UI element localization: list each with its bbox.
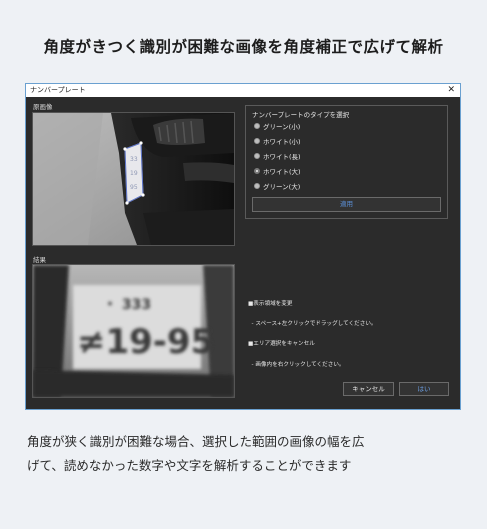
radio-label: グリーン(大)	[263, 183, 301, 191]
page-title: 角度がきつく識別が困難な画像を角度補正で広げて解析	[43, 38, 444, 56]
radio-green-large[interactable]: グリーン(大)	[254, 181, 300, 191]
title-bar: ナンバープレート ✕	[26, 84, 460, 97]
number-plate-dialog: ナンバープレート ✕ 原画像 33 19 95 結果 ・ 333 ≠19-95 …	[25, 83, 461, 410]
radio-button-icon[interactable]	[254, 183, 260, 189]
help-line: - スペース+左クリックでドラッグしてください。	[248, 320, 377, 327]
svg-text:19: 19	[130, 170, 138, 177]
radio-label: ホワイト(小)	[263, 138, 301, 146]
result-image-label: 結果	[33, 256, 46, 264]
original-image[interactable]: 33 19 95	[32, 112, 235, 246]
radio-white-small[interactable]: ホワイト(小)	[254, 136, 301, 146]
apply-button[interactable]: 適用	[252, 197, 441, 212]
radio-button-icon[interactable]	[254, 123, 260, 129]
radio-label: グリーン(小)	[263, 123, 301, 131]
radio-white-large[interactable]: ホワイト(大)	[254, 166, 301, 176]
result-image[interactable]: ・ 333 ≠19-95	[32, 264, 235, 398]
window-title: ナンバープレート	[30, 86, 86, 94]
help-text: ■表示領域を変更 - スペース+左クリックでドラッグしてください。 ■エリア選択…	[248, 287, 377, 382]
radio-label: ホワイト(大)	[263, 168, 301, 176]
radio-label: ホワイト(長)	[263, 153, 301, 161]
result-plate-line2: ≠19-95	[77, 322, 214, 362]
plate-type-group-label: ナンバープレートのタイプを選択	[252, 111, 350, 119]
close-icon[interactable]: ✕	[447, 84, 455, 97]
original-image-label: 原画像	[33, 103, 53, 111]
cancel-button[interactable]: キャンセル	[343, 382, 394, 396]
radio-button-icon[interactable]	[254, 138, 260, 144]
result-plate-line1: ・ 333	[103, 297, 151, 313]
radio-button-selected-icon[interactable]	[254, 168, 260, 174]
help-line: - 画像内を右クリックしてください。	[248, 361, 345, 368]
radio-button-icon[interactable]	[254, 153, 260, 159]
caption: 角度が狭く識別が困難な場合、選択した範囲の画像の幅を広 げて、読めなかった数字や…	[27, 430, 467, 478]
caption-line: 角度が狭く識別が困難な場合、選択した範囲の画像の幅を広	[27, 434, 365, 449]
radio-white-long[interactable]: ホワイト(長)	[254, 151, 301, 161]
ok-button[interactable]: はい	[399, 382, 449, 396]
plate-type-group: ナンバープレートのタイプを選択 グリーン(小) ホワイト(小) ホワイト(長) …	[245, 105, 448, 219]
radio-green-small[interactable]: グリーン(小)	[254, 121, 300, 131]
svg-text:95: 95	[130, 184, 138, 191]
help-line: ■表示領域を変更	[248, 300, 293, 307]
help-line: ■エリア選択をキャンセル	[248, 341, 315, 348]
svg-text:33: 33	[130, 156, 138, 163]
caption-line: げて、読めなかった数字や文字を解析することができます	[27, 458, 352, 473]
